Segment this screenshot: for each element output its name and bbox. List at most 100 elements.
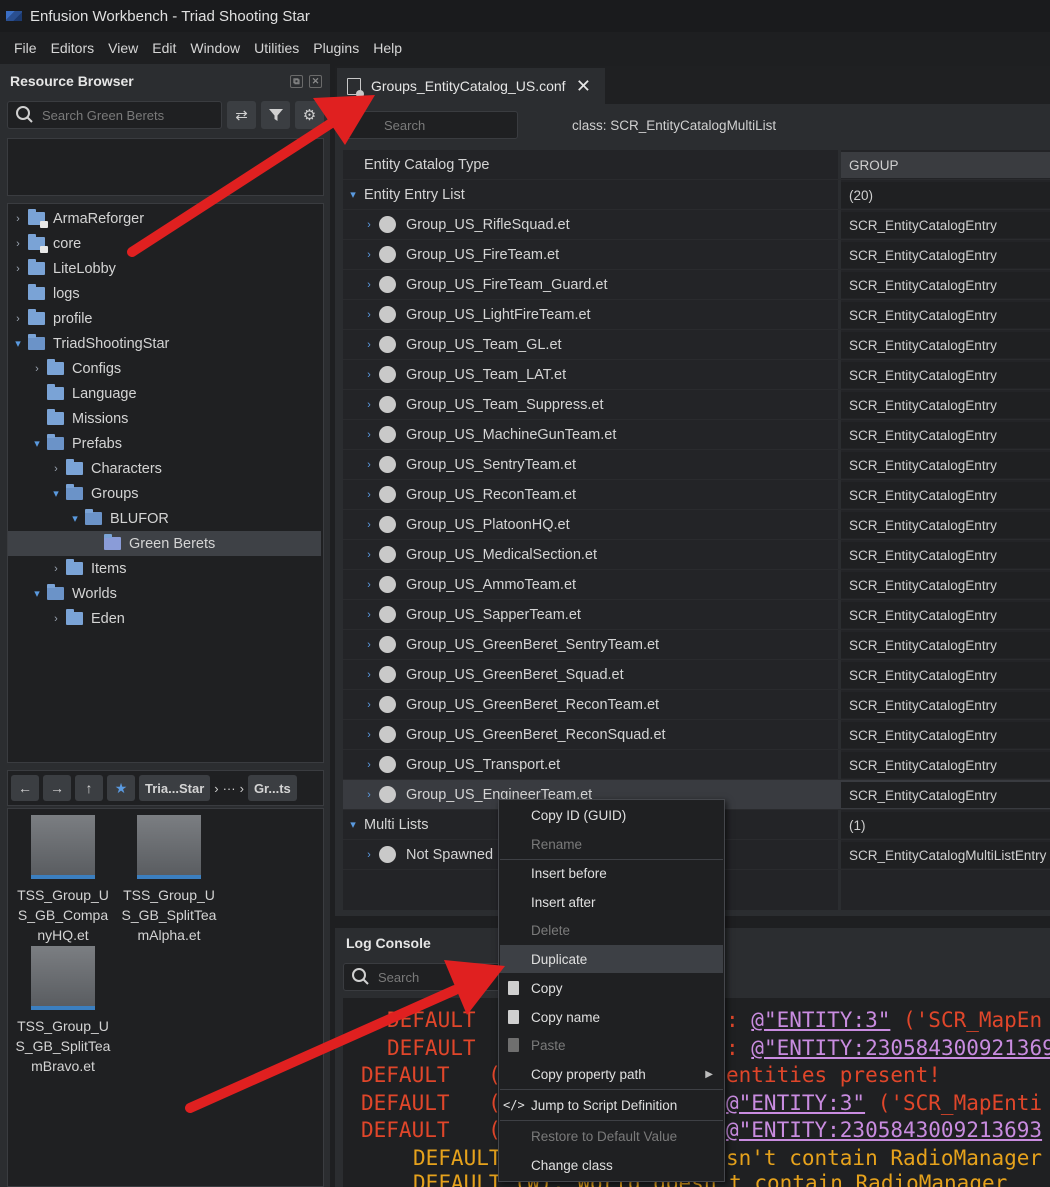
menu-utilities[interactable]: Utilities: [248, 40, 305, 56]
tree-item-logs[interactable]: logs: [28, 281, 80, 306]
entity-entry-row[interactable]: › Group_US_MachineGunTeam.et SCR_EntityCat…: [343, 420, 1050, 450]
entity-entry-row[interactable]: › Group_US_Transport.et SCR_EntityCatalogE…: [343, 750, 1050, 780]
entity-entry-row[interactable]: › Group_US_RifleSquad.et SCR_EntityCatalog…: [343, 210, 1050, 240]
tree-item-missions[interactable]: Missions: [47, 406, 128, 431]
tree-item-litelobby[interactable]: › LiteLobby: [12, 256, 116, 281]
entity-entry-row[interactable]: › Group_US_Team_GL.et SCR_EntityCatalogEnt…: [343, 330, 1050, 360]
tree-item-blufor[interactable]: ▾ BLUFOR: [69, 506, 169, 531]
menu-item-copy-name[interactable]: Copy name: [500, 1003, 723, 1031]
entity-entry-row[interactable]: › Group_US_PlatoonHQ.et SCR_EntityCatalogE…: [343, 510, 1050, 540]
file-item[interactable]: TSS_Group_U S_GB_Compa nyHQ.et: [8, 809, 118, 945]
tree-item-core[interactable]: › core: [12, 231, 81, 256]
chevron-right-icon[interactable]: ›: [363, 579, 375, 591]
menu-editors[interactable]: Editors: [45, 40, 101, 56]
chevron-right-icon[interactable]: ›: [363, 789, 375, 801]
menu-file[interactable]: File: [8, 40, 43, 56]
chevron-right-icon[interactable]: ›: [363, 249, 375, 261]
tree-item-groups[interactable]: ▾ Groups: [50, 481, 139, 506]
forward-button[interactable]: →: [43, 775, 71, 801]
tree-item-prefabs[interactable]: ▾ Prefabs: [31, 431, 122, 456]
entity-entry-row[interactable]: › Group_US_GreenBeret_SentryTeam.et SCR_En…: [343, 630, 1050, 660]
chevron-down-icon[interactable]: ▾: [50, 487, 62, 500]
favorites-button[interactable]: ★: [107, 775, 135, 801]
chevron-right-icon[interactable]: ›: [363, 609, 375, 621]
chevron-right-icon[interactable]: ›: [363, 429, 375, 441]
entity-entry-row[interactable]: › Group_US_FireTeam_Guard.et SCR_EntityCat…: [343, 270, 1050, 300]
chevron-right-icon[interactable]: ›: [12, 213, 24, 225]
chevron-right-icon[interactable]: ›: [363, 339, 375, 351]
chevron-right-icon[interactable]: ›: [363, 519, 375, 531]
entity-entry-row[interactable]: › Group_US_ReconTeam.et SCR_EntityCatalogE…: [343, 480, 1050, 510]
entity-entry-row[interactable]: › Group_US_SapperTeam.et SCR_EntityCatalog…: [343, 600, 1050, 630]
entity-entry-row[interactable]: › Group_US_AmmoTeam.et SCR_EntityCatalogEn…: [343, 570, 1050, 600]
breadcrumb-green-berets[interactable]: Gr...ts: [247, 775, 297, 801]
menu-help[interactable]: Help: [367, 40, 408, 56]
entity-entry-row[interactable]: › Group_US_Team_LAT.et SCR_EntityCatalogEn…: [343, 360, 1050, 390]
tab-groups-entitycatalog[interactable]: Groups_EntityCatalog_US.conf ✕: [337, 68, 605, 104]
entity-entry-row[interactable]: › Group_US_GreenBeret_Squad.et SCR_EntityC…: [343, 660, 1050, 690]
menu-item-insert-before[interactable]: Insert before: [500, 859, 723, 887]
chevron-down-icon[interactable]: ▾: [347, 818, 359, 831]
entity-entry-row[interactable]: › Group_US_SentryTeam.et SCR_EntityCatalog…: [343, 450, 1050, 480]
chevron-right-icon[interactable]: ›: [50, 463, 62, 475]
back-button[interactable]: ←: [11, 775, 39, 801]
property-search-input[interactable]: Search: [343, 111, 518, 139]
file-item[interactable]: TSS_Group_U S_GB_SplitTea mAlpha.et: [114, 809, 224, 945]
chevron-down-icon[interactable]: ▾: [31, 437, 43, 450]
chevron-down-icon[interactable]: ▾: [12, 337, 24, 350]
tree-item-green-berets[interactable]: Green Berets: [8, 531, 321, 556]
tree-item-profile[interactable]: › profile: [12, 306, 93, 331]
file-item[interactable]: TSS_Group_U S_GB_SplitTea mBravo.et: [8, 940, 118, 1076]
chevron-right-icon[interactable]: ›: [363, 849, 375, 861]
menu-item-insert-after[interactable]: Insert after: [500, 888, 723, 916]
close-panel-icon[interactable]: ✕: [309, 74, 322, 88]
catalog-type-dropdown[interactable]: GROUP: [841, 152, 1050, 178]
chevron-right-icon[interactable]: ›: [12, 263, 24, 275]
chevron-right-icon[interactable]: ›: [363, 309, 375, 321]
chevron-right-icon[interactable]: ›: [363, 489, 375, 501]
prop-row-entity-entry-list[interactable]: ▾ Entity Entry List (20): [343, 180, 1050, 210]
menu-item-change-class[interactable]: Change class: [500, 1151, 723, 1179]
tree-item-armareforger[interactable]: › ArmaReforger: [12, 206, 144, 231]
breadcrumb-triadshootingstar[interactable]: Tria...Star: [139, 775, 211, 801]
breadcrumb-ellipsis[interactable]: ···: [223, 781, 236, 796]
chevron-right-icon[interactable]: ›: [363, 399, 375, 411]
chevron-right-icon[interactable]: ›: [363, 729, 375, 741]
sync-button[interactable]: ⇄: [227, 101, 256, 129]
close-tab-icon[interactable]: ✕: [576, 76, 591, 97]
chevron-right-icon[interactable]: ›: [363, 669, 375, 681]
chevron-right-icon[interactable]: ›: [31, 363, 43, 375]
chevron-right-icon[interactable]: ›: [363, 459, 375, 471]
tree-item-eden[interactable]: › Eden: [50, 606, 125, 631]
menu-item-jump-to-script[interactable]: </> Jump to Script Definition: [500, 1091, 723, 1119]
entity-entry-row[interactable]: › Group_US_LightFireTeam.et SCR_EntityCata…: [343, 300, 1050, 330]
menu-edit[interactable]: Edit: [146, 40, 182, 56]
entity-entry-row[interactable]: › Group_US_GreenBeret_ReconSquad.et SCR_En…: [343, 720, 1050, 750]
chevron-down-icon[interactable]: ▾: [69, 512, 81, 525]
tree-item-configs[interactable]: › Configs: [31, 356, 121, 381]
menu-plugins[interactable]: Plugins: [307, 40, 365, 56]
chevron-down-icon[interactable]: ▾: [31, 587, 43, 600]
menu-item-copy[interactable]: Copy: [500, 974, 723, 1002]
chevron-right-icon[interactable]: ›: [363, 549, 375, 561]
chevron-right-icon[interactable]: ›: [363, 219, 375, 231]
chevron-right-icon[interactable]: ›: [363, 699, 375, 711]
chevron-down-icon[interactable]: ▾: [347, 188, 359, 201]
up-button[interactable]: ↑: [75, 775, 103, 801]
chevron-right-icon[interactable]: ›: [50, 613, 62, 625]
tree-item-language[interactable]: Language: [47, 381, 137, 406]
menu-item-copy-property-path[interactable]: Copy property path ▶: [500, 1060, 723, 1088]
chevron-right-icon[interactable]: ›: [363, 639, 375, 651]
menu-view[interactable]: View: [102, 40, 144, 56]
chevron-right-icon[interactable]: ›: [363, 369, 375, 381]
chevron-right-icon[interactable]: ›: [12, 313, 24, 325]
menu-item-copy-id[interactable]: Copy ID (GUID): [500, 801, 723, 829]
entity-entry-row[interactable]: › Group_US_GreenBeret_ReconTeam.et SCR_Ent…: [343, 690, 1050, 720]
resource-search-input[interactable]: Search Green Berets: [7, 101, 222, 129]
entity-entry-row[interactable]: › Group_US_Team_Suppress.et SCR_EntityCata…: [343, 390, 1050, 420]
settings-button[interactable]: ⚙: [295, 101, 324, 129]
undock-icon[interactable]: ⧉: [290, 74, 303, 88]
menu-window[interactable]: Window: [184, 40, 246, 56]
tree-item-worlds[interactable]: ▾ Worlds: [31, 581, 117, 606]
entity-entry-row[interactable]: › Group_US_MedicalSection.et SCR_EntityCat…: [343, 540, 1050, 570]
